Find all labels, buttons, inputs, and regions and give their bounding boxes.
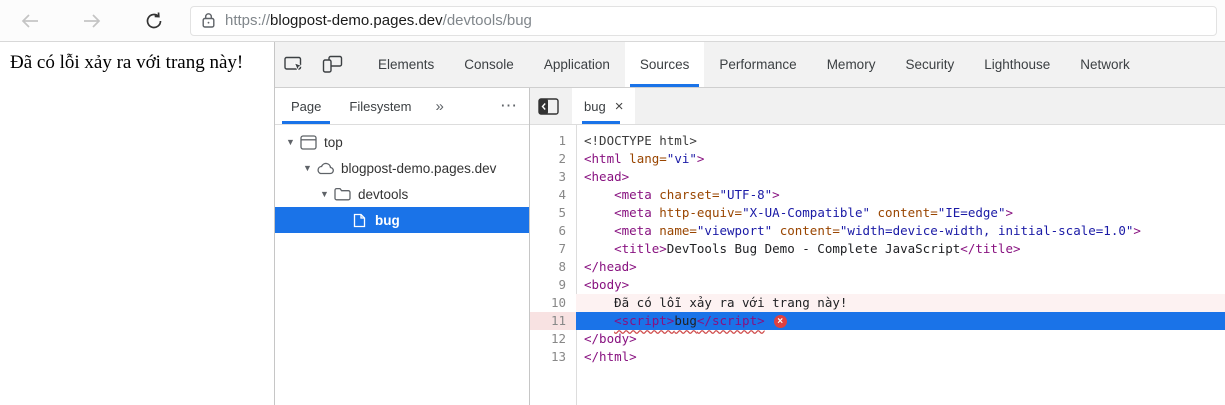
- code-editor[interactable]: 1 <!DOCTYPE html> 2 <html lang="vi"> 3 <head>…: [530, 125, 1225, 405]
- more-tabs-icon[interactable]: »: [426, 98, 454, 115]
- code-line-11[interactable]: 11 <script>bug</script> ×: [530, 312, 1225, 330]
- line-number: 11: [530, 312, 576, 330]
- frame-icon: [298, 134, 318, 150]
- devtools-tab-application[interactable]: Application: [529, 42, 625, 87]
- line-content: <head>: [584, 169, 630, 184]
- line-number: 12: [550, 331, 566, 346]
- line-content: <meta charset="UTF-8">: [614, 187, 780, 202]
- expand-arrow-icon[interactable]: ▼: [283, 137, 298, 147]
- line-content: <script>bug</script> ×: [576, 312, 1225, 330]
- sidebar-tab-bar: Page Filesystem » ⋯: [275, 88, 529, 125]
- code-line-5[interactable]: 5 <meta http-equiv="X-UA-Compatible" con…: [530, 204, 1225, 222]
- expand-arrow-icon[interactable]: ▼: [317, 189, 332, 199]
- devtools-tab-performance[interactable]: Performance: [704, 42, 811, 87]
- code-line-10[interactable]: 10 Đã có lỗi xảy ra với trang này!: [530, 294, 1225, 312]
- devtools-tab-memory[interactable]: Memory: [812, 42, 891, 87]
- line-content: </body>: [584, 331, 637, 346]
- line-number: 8: [558, 259, 566, 274]
- line-number: 3: [558, 169, 566, 184]
- forward-icon[interactable]: [72, 4, 112, 38]
- browser-toolbar: https://blogpost-demo.pages.dev/devtools…: [0, 0, 1225, 42]
- devtools-tab-lighthouse[interactable]: Lighthouse: [969, 42, 1065, 87]
- line-number: 6: [558, 223, 566, 238]
- code-line-9[interactable]: 9 <body>: [530, 276, 1225, 294]
- line-number: 2: [558, 151, 566, 166]
- back-icon[interactable]: [10, 4, 50, 38]
- line-content: Đã có lỗi xảy ra với trang này!: [576, 294, 1225, 312]
- code-line-13[interactable]: 13 </html>: [530, 348, 1225, 366]
- code-line-2[interactable]: 2 <html lang="vi">: [530, 150, 1225, 168]
- close-tab-icon[interactable]: ×: [615, 98, 624, 115]
- line-number: 1: [558, 133, 566, 148]
- cloud-icon: [315, 162, 335, 175]
- line-number: 13: [550, 349, 566, 364]
- line-content: <!DOCTYPE html>: [584, 133, 697, 148]
- devtools-tab-sources[interactable]: Sources: [624, 42, 705, 87]
- address-bar[interactable]: https://blogpost-demo.pages.dev/devtools…: [190, 5, 1217, 36]
- tree-item-label: devtools: [358, 186, 409, 202]
- file-icon: [349, 213, 369, 228]
- file-tree: ▼ top ▼ blogpost-demo.pages.dev ▼ devtools bug: [275, 125, 529, 233]
- line-number: 4: [558, 187, 566, 202]
- url-host: blogpost-demo.pages.dev: [270, 12, 443, 29]
- tree-item-label: top: [324, 134, 343, 150]
- line-content: </html>: [584, 349, 637, 364]
- code-line-4[interactable]: 4 <meta charset="UTF-8">: [530, 186, 1225, 204]
- code-line-12[interactable]: 12 </body>: [530, 330, 1225, 348]
- tree-item-blogpost-demo-pages-dev[interactable]: ▼ blogpost-demo.pages.dev: [275, 155, 529, 181]
- url-text: https://blogpost-demo.pages.dev/devtools…: [225, 12, 532, 29]
- code-line-6[interactable]: 6 <meta name="viewport" content="width=d…: [530, 222, 1225, 240]
- page-error-text: Đã có lỗi xảy ra với trang này!: [10, 52, 244, 73]
- line-number: 5: [558, 205, 566, 220]
- code-line-3[interactable]: 3 <head>: [530, 168, 1225, 186]
- line-content: <meta http-equiv="X-UA-Compatible" conte…: [614, 205, 1013, 220]
- sidebar-menu-icon[interactable]: ⋯: [500, 96, 517, 116]
- tree-item-label: blogpost-demo.pages.dev: [341, 160, 497, 176]
- code-line-8[interactable]: 8 </head>: [530, 258, 1225, 276]
- inspect-element-icon[interactable]: [275, 42, 313, 87]
- line-number: 9: [558, 277, 566, 292]
- devtools-tab-console[interactable]: Console: [449, 42, 529, 87]
- line-number: 7: [558, 241, 566, 256]
- url-path: /devtools/bug: [442, 12, 532, 29]
- line-content: <title>DevTools Bug Demo - Complete Java…: [614, 241, 1021, 256]
- code-line-7[interactable]: 7 <title>DevTools Bug Demo - Complete Ja…: [530, 240, 1225, 258]
- devtools-tab-elements[interactable]: Elements: [363, 42, 449, 87]
- source-editor: bug × 1 <!DOCTYPE html> 2 <html lang="vi"> 3…: [530, 88, 1225, 405]
- tab-filesystem[interactable]: Filesystem: [335, 88, 425, 124]
- editor-tab-bar: bug ×: [530, 88, 1225, 125]
- devtools-toolbar: Elements Console Application Sources Perform…: [275, 42, 1225, 88]
- editor-tab-label: bug: [584, 98, 606, 114]
- line-number: 10: [550, 295, 566, 310]
- line-content: <html lang="vi">: [584, 151, 705, 166]
- line-content: <body>: [584, 277, 630, 292]
- devtools-tab-security[interactable]: Security: [890, 42, 969, 87]
- web-page-viewport: Đã có lỗi xảy ra với trang này!: [0, 42, 275, 405]
- reload-icon[interactable]: [134, 4, 174, 38]
- tree-item-devtools[interactable]: ▼ devtools: [275, 181, 529, 207]
- expand-arrow-icon[interactable]: ▼: [300, 163, 315, 173]
- line-content: </head>: [584, 259, 637, 274]
- url-scheme: https://: [225, 12, 271, 29]
- hide-navigator-icon[interactable]: [530, 88, 566, 124]
- device-toolbar-icon[interactable]: [313, 42, 351, 87]
- line-content: <meta name="viewport" content="width=dev…: [614, 223, 1141, 238]
- tree-item-label: bug: [375, 212, 400, 228]
- code-line-1[interactable]: 1 <!DOCTYPE html>: [530, 132, 1225, 150]
- lock-icon[interactable]: [201, 12, 216, 29]
- tree-item-top[interactable]: ▼ top: [275, 129, 529, 155]
- tree-item-bug[interactable]: bug: [275, 207, 529, 233]
- sources-sidebar: Page Filesystem » ⋯ ▼ top ▼ blogpost-demo.p…: [275, 88, 530, 405]
- devtools-tab-bar: Elements Console Application Sources Perform…: [363, 42, 1145, 87]
- editor-tab-bug[interactable]: bug ×: [572, 88, 636, 124]
- error-icon[interactable]: ×: [773, 315, 787, 328]
- tab-page[interactable]: Page: [277, 88, 335, 124]
- folder-icon: [332, 187, 352, 201]
- devtools-panel: Elements Console Application Sources Perform…: [275, 42, 1225, 405]
- devtools-tab-network[interactable]: Network: [1065, 42, 1145, 87]
